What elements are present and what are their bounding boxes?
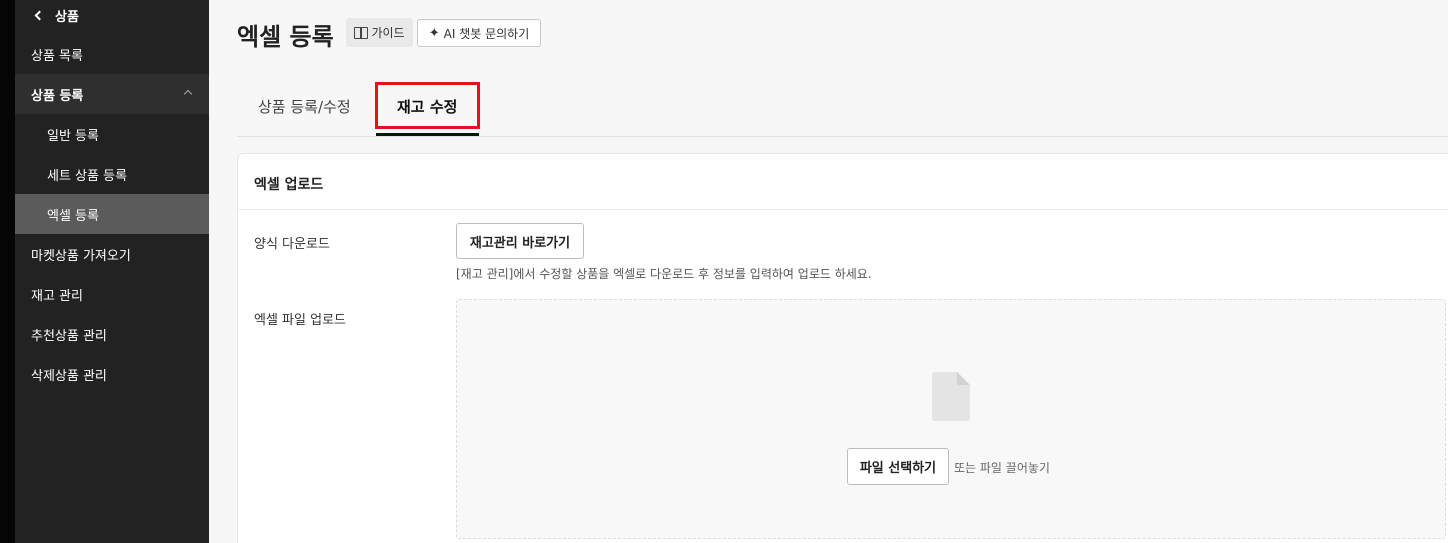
sidebar-item-label: 세트 상품 등록 [47,168,128,184]
sidebar-item-deleted-manage[interactable]: 삭제상품 관리 [15,354,209,394]
sidebar-item-recommended-manage[interactable]: 추천상품 관리 [15,314,209,354]
sidebar-item-label: 재고 관리 [31,288,83,304]
sidebar-item-label: 엑셀 등록 [47,208,99,224]
upload-label: 엑셀 파일 업로드 [254,313,346,328]
excel-upload-card: 엑셀 업로드 양식 다운로드 재고관리 바로가기 [재고 관리]에서 수정할 상… [237,153,1448,543]
sidebar-item-label: 마켓상품 가져오기 [31,248,131,264]
window-edge [0,0,15,543]
sidebar-item-set-product-register[interactable]: 세트 상품 등록 [15,154,209,194]
tabs-divider [237,136,1448,137]
guide-label: 가이드 [371,26,405,40]
chevron-left-icon [34,10,45,20]
page-title: 엑셀 등록 [237,23,334,51]
file-icon [932,372,970,421]
helper-text: [재고 관리]에서 수정할 상품을 엑셀로 다운로드 후 정보를 입력하여 업로… [456,267,872,281]
sidebar-item-market-import[interactable]: 마켓상품 가져오기 [15,234,209,274]
sidebar-item-label: 일반 등록 [47,128,99,144]
ai-chatbot-button[interactable]: ✦ AI 챗봇 문의하기 [417,19,541,47]
ai-chatbot-label: AI 챗봇 문의하기 [443,26,530,41]
sidebar-back-label: 상품 [55,9,79,25]
main-content: 엑셀 등록 가이드 ✦ AI 챗봇 문의하기 상품 등록/수정 재고 수정 엑셀… [209,0,1448,543]
card-title: 엑셀 업로드 [254,177,324,193]
sidebar-item-label: 삭제상품 관리 [31,368,107,384]
sidebar-back-button[interactable]: 상품 [34,6,79,25]
drop-hint: 또는 파일 끌어놓기 [954,461,1050,475]
highlight-annotation [375,82,480,129]
file-dropzone[interactable]: 파일 선택하기 또는 파일 끌어놓기 [456,299,1446,539]
select-file-button[interactable]: 파일 선택하기 [847,448,949,485]
sidebar-item-general-register[interactable]: 일반 등록 [15,114,209,154]
download-label: 양식 다운로드 [254,237,330,252]
sidebar-item-label: 추천상품 관리 [31,328,107,344]
chevron-up-icon [183,89,193,99]
sidebar-item-stock-manage[interactable]: 재고 관리 [15,274,209,314]
sparkle-icon: ✦ [428,25,440,41]
card-divider [238,209,1448,210]
sidebar-item-label: 상품 목록 [31,48,83,64]
tab-product-register-edit[interactable]: 상품 등록/수정 [258,96,351,117]
active-tab-indicator [376,133,479,136]
book-icon [354,27,369,39]
sidebar: 상품 상품 목록 상품 등록 일반 등록 세트 상품 등록 엑셀 등록 마켓상품… [15,0,209,543]
sidebar-item-product-register[interactable]: 상품 등록 [15,74,209,114]
sidebar-item-product-list[interactable]: 상품 목록 [15,34,209,74]
sidebar-item-excel-register[interactable]: 엑셀 등록 [15,194,209,234]
sidebar-item-label: 상품 등록 [31,88,84,104]
stock-manage-link-button[interactable]: 재고관리 바로가기 [456,223,584,259]
guide-button[interactable]: 가이드 [346,18,413,47]
